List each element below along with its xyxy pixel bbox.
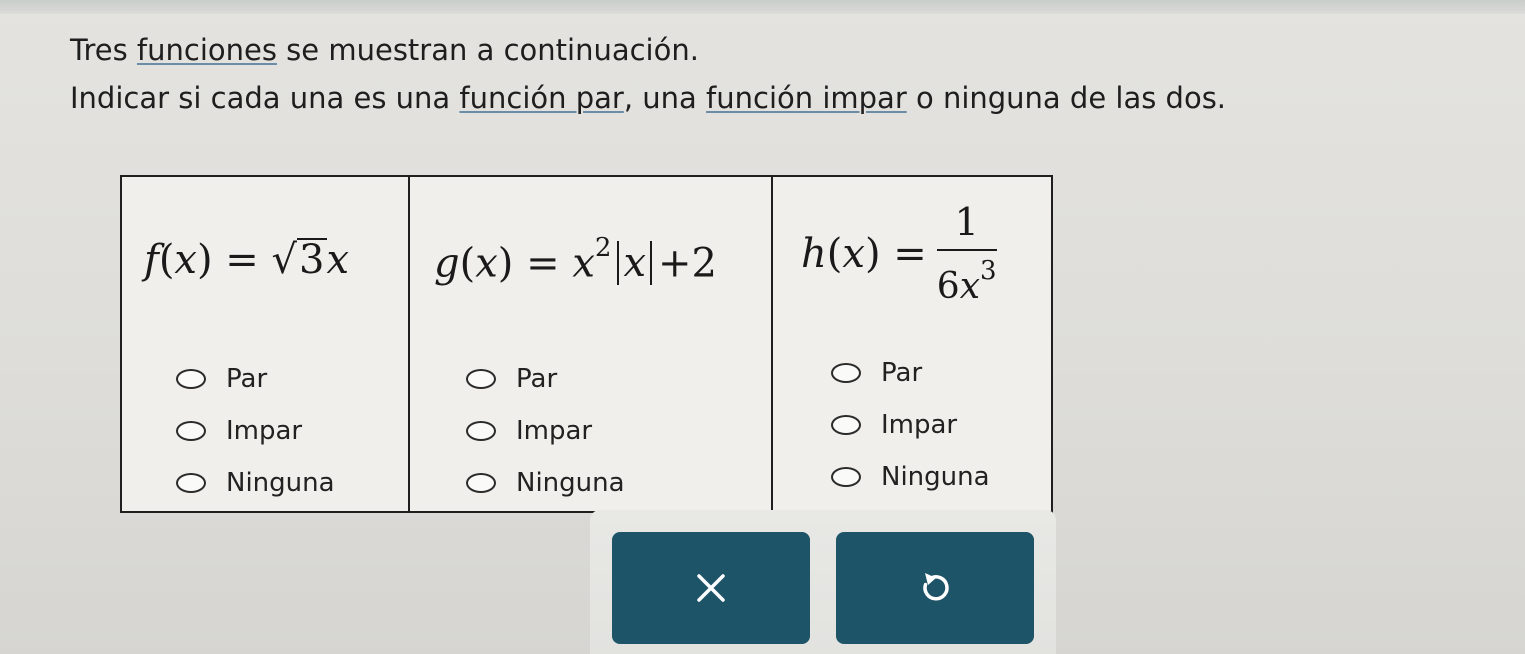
- variable: x: [959, 266, 980, 307]
- radio-circle-icon[interactable]: [466, 369, 496, 389]
- radio-circle-icon[interactable]: [176, 369, 206, 389]
- coefficient: 6: [936, 266, 960, 307]
- radio-circle-icon[interactable]: [466, 421, 496, 441]
- radical-sign-icon: √: [271, 237, 298, 283]
- radio-circle-icon[interactable]: [831, 415, 861, 435]
- radio-g-ninguna[interactable]: Ninguna: [466, 457, 625, 509]
- instructions: Tres funciones se muestran a continuació…: [70, 26, 1510, 122]
- text: o ninguna de las dos.: [906, 81, 1227, 115]
- variable: x: [475, 240, 498, 287]
- function-column-f: f(x) = √3x Par Impar Ninguna: [122, 177, 408, 511]
- text: Tres: [70, 33, 137, 67]
- radio-circle-icon[interactable]: [831, 467, 861, 487]
- undo-icon: [923, 573, 949, 601]
- function-column-g: g(x) = x2 x +2 Par Impar Ninguna: [408, 177, 771, 511]
- option-label: Ninguna: [516, 468, 625, 498]
- function-name: g: [434, 240, 460, 287]
- instruction-line-1: Tres funciones se muestran a continuació…: [70, 26, 1510, 74]
- radio-f-ninguna[interactable]: Ninguna: [176, 457, 335, 509]
- radio-f-impar[interactable]: Impar: [176, 405, 335, 457]
- option-label: Par: [516, 364, 558, 394]
- clear-button[interactable]: [612, 532, 810, 644]
- radicand: 3: [297, 237, 327, 283]
- function-name: h: [801, 231, 827, 277]
- radio-circle-icon[interactable]: [831, 363, 861, 383]
- exponent: 2: [594, 233, 612, 263]
- radio-g-par[interactable]: Par: [466, 353, 625, 405]
- answer-buttons-panel: [590, 510, 1056, 654]
- options-f: Par Impar Ninguna: [176, 353, 335, 509]
- radio-f-par[interactable]: Par: [176, 353, 335, 405]
- radio-h-par[interactable]: Par: [831, 347, 990, 399]
- functions-table: f(x) = √3x Par Impar Ninguna g(x) = x2 x +…: [120, 175, 1053, 513]
- base: x: [572, 240, 595, 287]
- variable: x: [174, 237, 197, 283]
- option-label: Impar: [226, 416, 303, 446]
- square-root: √3: [272, 237, 327, 283]
- option-label: Impar: [881, 410, 958, 440]
- lhs: h(x) =: [801, 231, 927, 277]
- text: Indicar si cada una es una: [70, 81, 460, 115]
- text: , una: [623, 81, 707, 115]
- radio-circle-icon[interactable]: [176, 421, 206, 441]
- radio-g-impar[interactable]: Impar: [466, 405, 625, 457]
- denominator: 6x3: [937, 251, 997, 307]
- close-icon: [697, 574, 725, 602]
- option-label: Ninguna: [226, 468, 335, 498]
- variable: x: [842, 231, 865, 277]
- top-strip: [0, 0, 1525, 14]
- constant-term: +2: [658, 240, 717, 287]
- function-column-h: h(x) = 1 6x3 Par Impar Ninguna: [771, 177, 1051, 511]
- radio-circle-icon[interactable]: [466, 473, 496, 493]
- fraction: 1 6x3: [936, 201, 997, 307]
- formula-g: g(x) = x2 x +2: [434, 233, 717, 287]
- variable: x: [623, 240, 647, 287]
- absolute-value: x: [617, 240, 653, 287]
- instruction-line-2: Indicar si cada una es una función par, …: [70, 74, 1510, 122]
- undo-button[interactable]: [836, 532, 1034, 644]
- numerator: 1: [936, 201, 997, 251]
- options-g: Par Impar Ninguna: [466, 353, 625, 509]
- link-funcion-impar[interactable]: función impar: [706, 81, 907, 115]
- option-label: Par: [226, 364, 268, 394]
- radio-h-ninguna[interactable]: Ninguna: [831, 451, 990, 503]
- option-label: Par: [881, 358, 923, 388]
- link-funciones[interactable]: funciones: [137, 33, 277, 67]
- exponent: 3: [980, 256, 997, 286]
- option-label: Impar: [516, 416, 593, 446]
- function-name: f: [144, 237, 159, 283]
- options-h: Par Impar Ninguna: [831, 347, 990, 503]
- option-label: Ninguna: [881, 462, 990, 492]
- formula-h: h(x) = 1 6x3: [801, 201, 997, 307]
- link-funcion-par[interactable]: función par: [459, 81, 623, 115]
- text: se muestran a continuación.: [276, 33, 699, 67]
- radio-circle-icon[interactable]: [176, 473, 206, 493]
- variable: x: [326, 237, 350, 283]
- formula-f: f(x) = √3x: [144, 237, 350, 283]
- radio-h-impar[interactable]: Impar: [831, 399, 990, 451]
